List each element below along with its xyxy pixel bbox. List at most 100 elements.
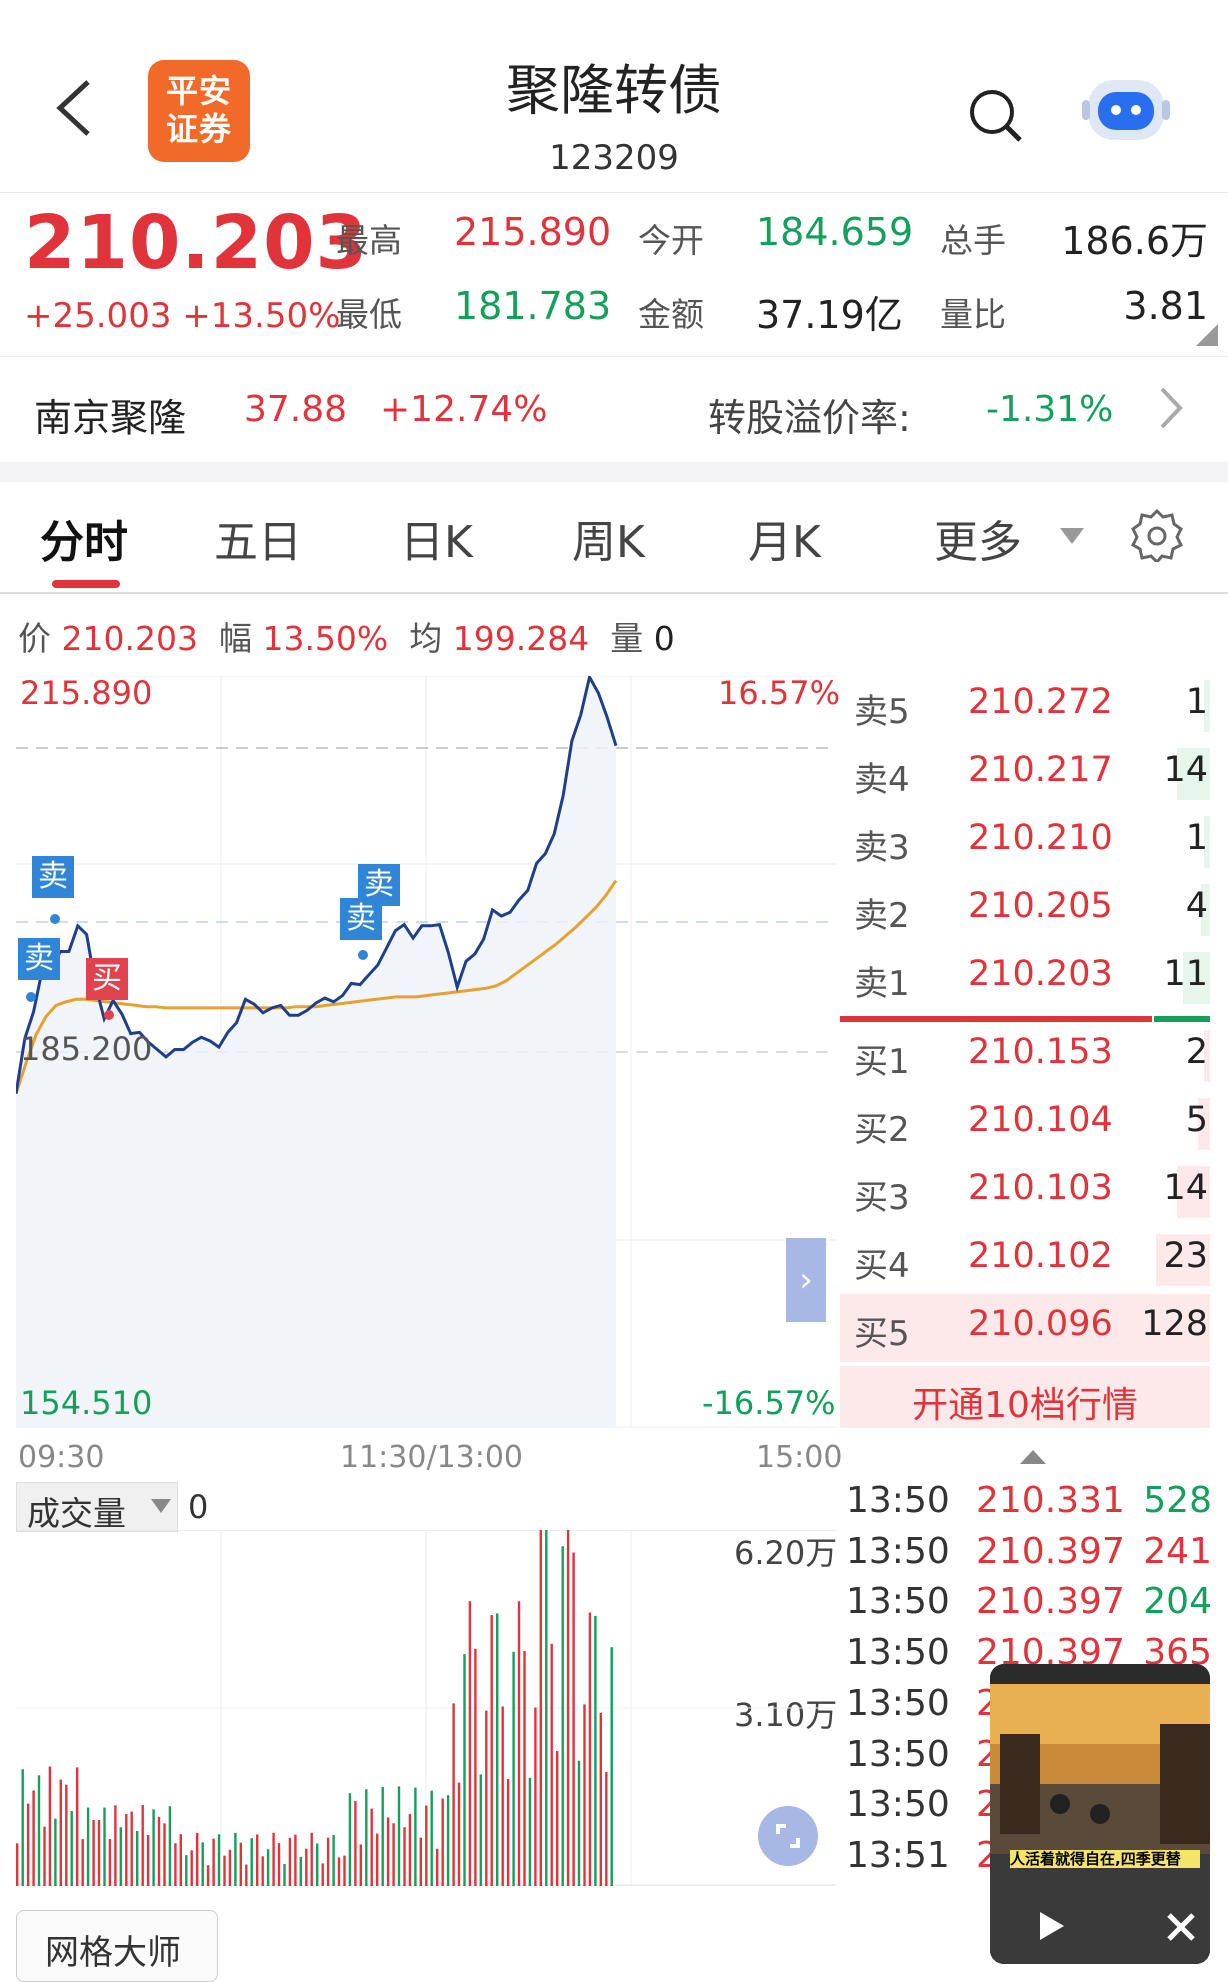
level-volume: 11: [1163, 954, 1208, 994]
y-bottom-price: 154.510: [20, 1384, 153, 1422]
volume-bar: [386, 1817, 390, 1886]
y-top-pct: 16.57%: [718, 674, 841, 712]
amount-label: 金额: [638, 295, 704, 334]
volume-bar: [490, 1615, 493, 1886]
level-label: 买4: [854, 1246, 910, 1286]
ask-row[interactable]: 卖5 210.272 1: [840, 672, 1210, 740]
level-price: 210.102: [968, 1236, 1113, 1276]
volume-bar: [577, 1760, 581, 1886]
trade-volume: 528: [1143, 1480, 1212, 1521]
open-label: 今开: [638, 221, 704, 260]
volume-bar: [168, 1806, 172, 1886]
upgrade-level10-button[interactable]: 开通10档行情: [840, 1366, 1210, 1428]
collapse-panel-button[interactable]: ›: [786, 1238, 826, 1322]
search-icon[interactable]: [966, 86, 1026, 146]
x-mid-time: 11:30/13:00: [340, 1440, 524, 1475]
expand-corner-icon[interactable]: [1196, 324, 1218, 346]
volume-bar: [130, 1811, 133, 1886]
volume-bar: [239, 1842, 242, 1886]
sell-marker[interactable]: 卖: [32, 856, 74, 898]
ask-row[interactable]: 卖4 210.217 14: [840, 740, 1210, 808]
x-start-time: 09:30: [18, 1440, 105, 1475]
volume-bar: [463, 1654, 466, 1886]
floating-video-player[interactable]: 人活着就得自在,四季更替: [990, 1664, 1210, 1964]
buy-marker[interactable]: 买: [86, 958, 128, 1000]
volume-bar: [430, 1790, 433, 1886]
collapse-up-icon[interactable]: [1018, 1446, 1048, 1466]
close-icon[interactable]: [1164, 1910, 1198, 1944]
volume-bar: [163, 1823, 166, 1886]
low-value: 181.783: [454, 284, 612, 328]
level-volume: 14: [1163, 1168, 1208, 1208]
ask-row[interactable]: 卖2 210.205 4: [840, 876, 1210, 944]
indicator-selector[interactable]: 成交量: [16, 1482, 178, 1533]
assistant-robot-icon[interactable]: [1082, 70, 1170, 150]
premium-value: -1.31%: [986, 389, 1114, 430]
trade-dot: [358, 950, 368, 960]
y-mid-price: 185.200: [20, 1030, 153, 1068]
volume-bar: [376, 1833, 379, 1886]
volume-bar: [81, 1839, 84, 1886]
volume-bar: [321, 1863, 324, 1886]
level-label: 买2: [854, 1110, 910, 1150]
trade-time: 13:50: [846, 1581, 950, 1623]
sell-marker[interactable]: 卖: [340, 898, 382, 940]
price-change: +25.003 +13.50%: [24, 296, 341, 336]
volume-bar: [539, 1530, 542, 1886]
underlying-stock-row[interactable]: 南京聚隆 37.88 +12.74% 转股溢价率: -1.31%: [0, 356, 1228, 461]
ask-row[interactable]: 卖3 210.210 1: [840, 808, 1210, 876]
level-price: 210.205: [968, 886, 1113, 926]
volume-bar: [119, 1827, 122, 1886]
level-label: 买3: [854, 1178, 910, 1218]
volume-bar: [179, 1834, 182, 1886]
tab-intraday[interactable]: 分时: [40, 506, 128, 570]
trade-price: 210.397: [976, 1581, 1125, 1623]
volume-bar: [572, 1552, 575, 1886]
grid-master-button[interactable]: 网格大师: [16, 1910, 218, 1982]
volume-bar: [157, 1816, 161, 1886]
volume-bar: [245, 1864, 248, 1886]
bid-row[interactable]: 买1 210.153 2: [840, 1022, 1210, 1090]
sell-marker[interactable]: 卖: [18, 938, 60, 980]
y-top-price: 215.890: [20, 674, 153, 712]
tab-five-day[interactable]: 五日: [214, 506, 302, 570]
level-label: 卖2: [854, 896, 910, 936]
volume-bar: [425, 1805, 428, 1886]
volume-bar: [152, 1809, 155, 1886]
settings-gear-icon[interactable]: [1130, 508, 1184, 562]
tab-month-k[interactable]: 月K: [748, 506, 821, 570]
volume-bar: [370, 1808, 373, 1886]
bid-row[interactable]: 买5 210.096 128: [840, 1294, 1210, 1362]
volume-bar: [496, 1613, 499, 1886]
tab-more[interactable]: 更多: [934, 506, 1022, 570]
volume-bar: [65, 1784, 68, 1886]
volume-bar: [414, 1787, 417, 1886]
chart-tabs: 分时 五日 日K 周K 月K 更多: [0, 482, 1228, 594]
play-icon[interactable]: [1030, 1906, 1070, 1946]
volume-bar: [32, 1790, 35, 1886]
ask-row[interactable]: 卖1 210.203 11: [840, 944, 1210, 1012]
volume-bar: [234, 1832, 237, 1886]
volume-bar: [54, 1818, 57, 1886]
volume-bar: [452, 1703, 455, 1886]
trade-volume: 241: [1143, 1530, 1212, 1572]
level-volume: 5: [1185, 1100, 1208, 1140]
volume-bar: [299, 1856, 302, 1886]
trade-row: 13:50 210.397 241: [844, 1531, 1214, 1581]
tab-day-k[interactable]: 日K: [400, 506, 473, 570]
volume-bar: [256, 1834, 259, 1886]
volume-bar: [599, 1712, 602, 1886]
fullscreen-button[interactable]: [758, 1806, 818, 1866]
dropdown-triangle-icon[interactable]: [1058, 526, 1086, 546]
volume-bar: [610, 1647, 613, 1886]
volume-bar: [534, 1707, 537, 1886]
stock-name: 南京聚隆: [34, 396, 187, 440]
volume-bar: [136, 1831, 139, 1886]
volume-bar: [108, 1839, 112, 1886]
trade-price: 210.331: [976, 1480, 1125, 1521]
bid-row[interactable]: 买2 210.104 5: [840, 1090, 1210, 1158]
bid-row[interactable]: 买4 210.102 23: [840, 1226, 1210, 1294]
tab-week-k[interactable]: 周K: [572, 506, 645, 570]
open-value: 184.659: [756, 210, 914, 254]
bid-row[interactable]: 买3 210.103 14: [840, 1158, 1210, 1226]
